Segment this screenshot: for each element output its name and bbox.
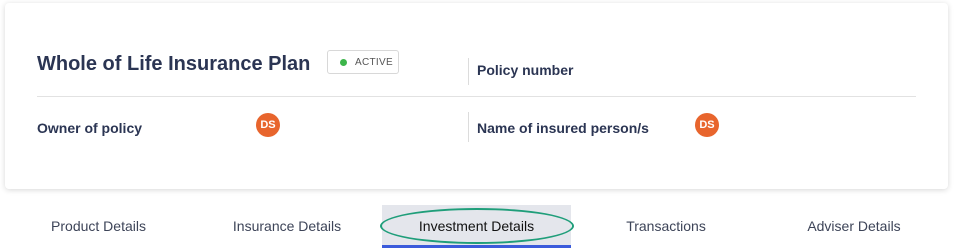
status-dot-icon xyxy=(340,58,347,66)
insured-person-label: Name of insured person/s xyxy=(477,120,649,136)
tab-investment-details[interactable]: Investment Details xyxy=(382,205,571,247)
owner-avatar[interactable]: DS xyxy=(256,113,280,137)
column-divider xyxy=(468,58,469,85)
row-divider xyxy=(37,96,916,97)
column-divider xyxy=(468,112,469,142)
insured-avatar[interactable]: DS xyxy=(695,113,719,137)
page: Whole of Life Insurance Plan ACTIVE Poli… xyxy=(0,0,955,250)
tab-adviser-details[interactable]: Adviser Details xyxy=(761,205,947,247)
tab-product-details[interactable]: Product Details xyxy=(5,205,192,247)
owner-label: Owner of policy xyxy=(37,120,143,136)
policy-number-label: Policy number xyxy=(477,62,574,78)
policy-title: Whole of Life Insurance Plan xyxy=(37,53,311,75)
status-badge: ACTIVE xyxy=(327,50,399,74)
policy-tabs: Product Details Insurance Details Invest… xyxy=(0,205,955,250)
active-tab-indicator xyxy=(382,245,571,248)
status-text: ACTIVE xyxy=(355,56,393,68)
tab-transactions[interactable]: Transactions xyxy=(571,205,761,247)
policy-summary-card: Whole of Life Insurance Plan ACTIVE Poli… xyxy=(5,3,948,189)
tab-insurance-details[interactable]: Insurance Details xyxy=(192,205,382,247)
